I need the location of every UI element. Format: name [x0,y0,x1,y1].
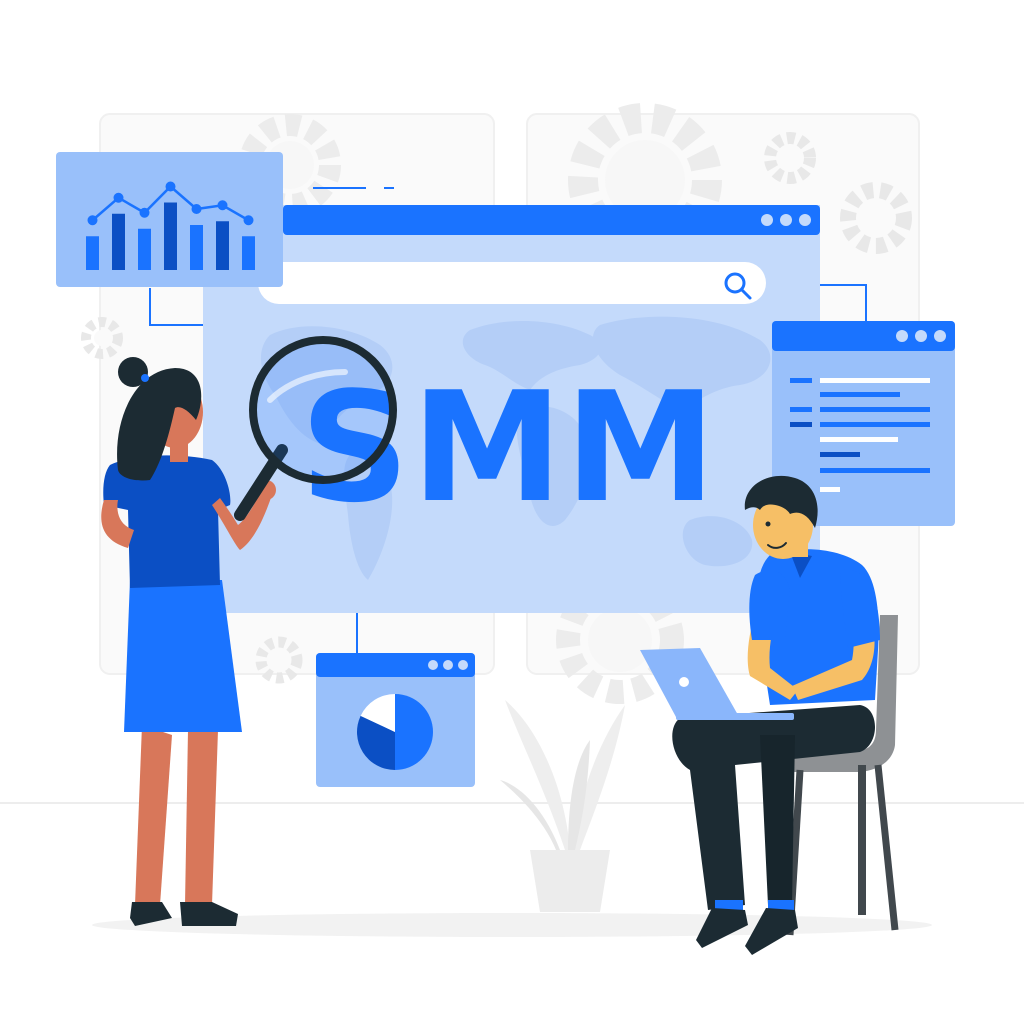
bar-1 [86,236,99,270]
line-point-6 [217,200,228,211]
smm-illustration: SMM [0,103,1024,955]
window-dot [443,660,453,670]
line-point-1 [87,215,98,226]
window-dot [934,330,946,342]
document-titlebar [772,321,955,351]
search-input[interactable] [258,262,766,304]
bar-4 [164,202,177,270]
pie-chart-widget [316,653,475,787]
line-point-5 [191,204,202,214]
bar-chart-widget [56,152,283,287]
line-point-4 [165,181,176,192]
window-dot [915,330,927,342]
bar-5 [190,225,203,270]
window-dot [896,330,908,342]
window-dot [761,214,773,226]
plant-icon [500,700,625,912]
line-point-7 [243,215,254,226]
gear-icon [81,317,123,359]
bar-7 [242,236,255,270]
line-point-3 [139,207,150,218]
line-point-2 [113,192,124,203]
window-dot [799,214,811,226]
bar-3 [138,228,151,270]
bar-6 [216,221,229,270]
window-dot [458,660,468,670]
window-dot [428,660,438,670]
window-dot [780,214,792,226]
pie-chart-icon [356,694,433,770]
browser-titlebar [283,205,820,235]
bar-2 [112,213,125,270]
